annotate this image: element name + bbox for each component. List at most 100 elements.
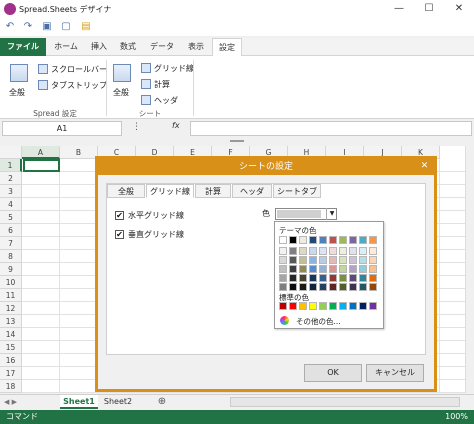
standard-color-swatch[interactable] bbox=[339, 302, 347, 310]
tab-settings[interactable]: 設定 bbox=[212, 38, 242, 57]
name-box[interactable]: A1 bbox=[2, 121, 122, 136]
cancel-button[interactable]: キャンセル bbox=[366, 364, 424, 382]
standard-color-swatch[interactable] bbox=[359, 302, 367, 310]
theme-shade-swatch[interactable] bbox=[359, 256, 367, 264]
row-header[interactable]: 7 bbox=[0, 237, 22, 250]
theme-shade-swatch[interactable] bbox=[369, 256, 377, 264]
scrollbar-button[interactable]: スクロールバー bbox=[51, 64, 107, 75]
theme-shade-swatch[interactable] bbox=[319, 247, 327, 255]
row-header[interactable]: 11 bbox=[0, 289, 22, 302]
theme-shade-swatch[interactable] bbox=[349, 265, 357, 273]
theme-shade-swatch[interactable] bbox=[359, 247, 367, 255]
save-icon[interactable]: ▣ bbox=[41, 21, 53, 33]
row-header[interactable]: 4 bbox=[0, 198, 22, 211]
splitter-grip-icon[interactable] bbox=[230, 140, 244, 142]
row-header[interactable]: 10 bbox=[0, 276, 22, 289]
column-header[interactable]: A bbox=[22, 146, 60, 159]
theme-color-swatch[interactable] bbox=[349, 236, 357, 244]
theme-shade-swatch[interactable] bbox=[349, 256, 357, 264]
ok-button[interactable]: OK bbox=[304, 364, 362, 382]
horizontal-gridlines-checkbox[interactable]: ✔ bbox=[115, 211, 124, 220]
row-header[interactable]: 15 bbox=[0, 341, 22, 354]
theme-color-swatch[interactable] bbox=[369, 236, 377, 244]
theme-shade-swatch[interactable] bbox=[279, 247, 287, 255]
tab-insert[interactable]: 挿入 bbox=[86, 38, 112, 56]
theme-shade-swatch[interactable] bbox=[359, 283, 367, 291]
theme-shade-swatch[interactable] bbox=[349, 274, 357, 282]
row-header[interactable]: 9 bbox=[0, 263, 22, 276]
theme-shade-swatch[interactable] bbox=[309, 256, 317, 264]
theme-shade-swatch[interactable] bbox=[369, 265, 377, 273]
theme-color-swatch[interactable] bbox=[319, 236, 327, 244]
theme-shade-swatch[interactable] bbox=[319, 256, 327, 264]
more-colors-button[interactable]: その他の色... bbox=[296, 316, 341, 327]
theme-shade-swatch[interactable] bbox=[289, 274, 297, 282]
theme-shade-swatch[interactable] bbox=[339, 283, 347, 291]
horizontal-scrollbar[interactable] bbox=[230, 397, 460, 407]
theme-shade-swatch[interactable] bbox=[369, 247, 377, 255]
row-header[interactable]: 17 bbox=[0, 367, 22, 380]
row-header[interactable]: 8 bbox=[0, 250, 22, 263]
theme-shade-swatch[interactable] bbox=[289, 256, 297, 264]
standard-color-swatch[interactable] bbox=[289, 302, 297, 310]
standard-color-swatch[interactable] bbox=[369, 302, 377, 310]
sheet-general-button[interactable]: 全般 bbox=[113, 87, 129, 98]
tab-file[interactable]: ファイル bbox=[0, 38, 46, 56]
headers-button[interactable]: ヘッダ bbox=[154, 95, 178, 106]
standard-color-swatch[interactable] bbox=[279, 302, 287, 310]
dialog-tab-gridlines[interactable]: グリッド線 bbox=[146, 184, 194, 198]
theme-shade-swatch[interactable] bbox=[359, 265, 367, 273]
theme-color-swatch[interactable] bbox=[329, 236, 337, 244]
sheet-nav-icon[interactable]: ◀ ▶ bbox=[4, 398, 17, 406]
theme-shade-swatch[interactable] bbox=[299, 247, 307, 255]
theme-shade-swatch[interactable] bbox=[279, 283, 287, 291]
standard-color-swatch[interactable] bbox=[299, 302, 307, 310]
dialog-close-icon[interactable]: ✕ bbox=[418, 160, 431, 173]
theme-shade-swatch[interactable] bbox=[329, 256, 337, 264]
theme-shade-swatch[interactable] bbox=[319, 265, 327, 273]
zoom-level[interactable]: 100% bbox=[445, 410, 468, 424]
theme-shade-swatch[interactable] bbox=[319, 274, 327, 282]
theme-shade-swatch[interactable] bbox=[339, 274, 347, 282]
row-header[interactable]: 5 bbox=[0, 211, 22, 224]
theme-color-swatch[interactable] bbox=[359, 236, 367, 244]
dialog-tab-sheettab[interactable]: シートタブ bbox=[273, 184, 321, 198]
theme-color-swatch[interactable] bbox=[309, 236, 317, 244]
row-header[interactable]: 18 bbox=[0, 380, 22, 393]
theme-shade-swatch[interactable] bbox=[299, 265, 307, 273]
theme-shade-swatch[interactable] bbox=[329, 265, 337, 273]
theme-color-swatch[interactable] bbox=[339, 236, 347, 244]
theme-shade-swatch[interactable] bbox=[279, 256, 287, 264]
theme-shade-swatch[interactable] bbox=[369, 283, 377, 291]
add-sheet-icon[interactable]: ⊕ bbox=[155, 395, 169, 409]
standard-color-swatch[interactable] bbox=[309, 302, 317, 310]
tab-home[interactable]: ホーム bbox=[49, 38, 83, 56]
chevron-down-icon[interactable]: ▼ bbox=[326, 208, 337, 220]
close-window-button[interactable]: ✕ bbox=[444, 0, 474, 18]
tab-data[interactable]: データ bbox=[144, 38, 180, 56]
row-header[interactable]: 13 bbox=[0, 315, 22, 328]
theme-shade-swatch[interactable] bbox=[339, 247, 347, 255]
theme-shade-swatch[interactable] bbox=[359, 274, 367, 282]
row-header[interactable]: 1 bbox=[0, 159, 22, 172]
theme-shade-swatch[interactable] bbox=[339, 265, 347, 273]
theme-shade-swatch[interactable] bbox=[309, 247, 317, 255]
tab-view[interactable]: 表示 bbox=[183, 38, 209, 56]
sheet-tab-2[interactable]: Sheet2 bbox=[100, 395, 136, 409]
theme-shade-swatch[interactable] bbox=[309, 283, 317, 291]
theme-shade-swatch[interactable] bbox=[309, 265, 317, 273]
theme-shade-swatch[interactable] bbox=[299, 274, 307, 282]
theme-shade-swatch[interactable] bbox=[329, 283, 337, 291]
fx-icon[interactable]: fx bbox=[172, 121, 180, 130]
vertical-scrollbar[interactable] bbox=[465, 146, 474, 393]
theme-color-swatch[interactable] bbox=[289, 236, 297, 244]
theme-shade-swatch[interactable] bbox=[289, 247, 297, 255]
maximize-button[interactable]: ☐ bbox=[414, 0, 444, 18]
row-header[interactable]: 16 bbox=[0, 354, 22, 367]
tabstrip-button[interactable]: タブストリップ bbox=[51, 80, 107, 91]
theme-shade-swatch[interactable] bbox=[339, 256, 347, 264]
formula-input[interactable] bbox=[190, 121, 472, 136]
dialog-tab-calc[interactable]: 計算 bbox=[195, 184, 231, 198]
theme-shade-swatch[interactable] bbox=[329, 274, 337, 282]
theme-shade-swatch[interactable] bbox=[369, 274, 377, 282]
